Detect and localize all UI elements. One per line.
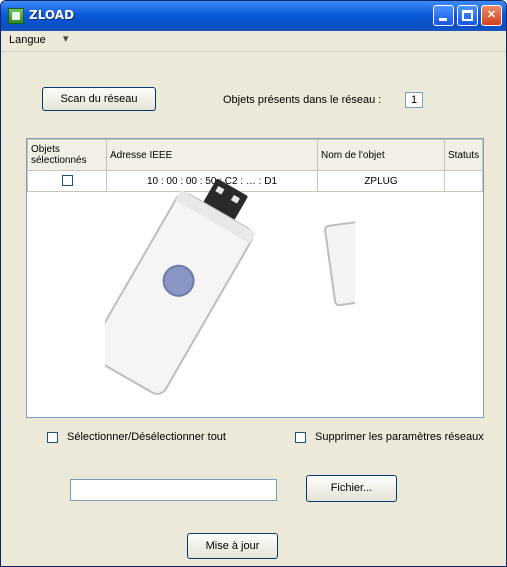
menu-bar: Langue ▾ [1, 31, 506, 52]
row-ieee-address: 10 : 00 : 00 : 50 : C2 : … : D1 [106, 170, 318, 192]
close-button[interactable]: ✕ [481, 5, 502, 26]
minimize-button[interactable] [433, 5, 454, 26]
objects-count-value: 1 [405, 92, 423, 108]
file-browse-button[interactable]: Fichier... [306, 475, 397, 502]
header-status[interactable]: Statuts [444, 139, 483, 171]
file-path-input[interactable] [70, 479, 277, 501]
delete-network-params-label: Supprimer les paramètres réseaux [315, 431, 484, 443]
select-all-label: Sélectionner/Désélectionner tout [67, 431, 226, 443]
table-row[interactable]: 10 : 00 : 00 : 50 : C2 : … : D1 ZPLUG [27, 170, 483, 192]
update-button[interactable]: Mise à jour [187, 533, 278, 559]
row-object-name: ZPLUG [317, 170, 445, 192]
window-title: ZLOAD [29, 8, 75, 22]
title-bar[interactable]: ZLOAD ✕ [1, 1, 506, 31]
objects-table: Objets sélectionnés Adresse IEEE Nom de … [26, 138, 484, 418]
table-header-row: Objets sélectionnés Adresse IEEE Nom de … [27, 139, 483, 171]
row-status [444, 170, 483, 192]
maximize-button[interactable] [457, 5, 478, 26]
delete-network-params-checkbox[interactable] [295, 432, 306, 443]
header-selected[interactable]: Objets sélectionnés [27, 139, 107, 171]
app-window: ZLOAD ✕ Langue ▾ Scan du réseau Objets p… [0, 0, 507, 567]
header-object-name[interactable]: Nom de l'objet [317, 139, 445, 171]
maximize-icon [462, 10, 473, 21]
row-select-cell [27, 170, 107, 192]
scan-network-button[interactable]: Scan du réseau [42, 87, 156, 111]
select-all-checkbox[interactable] [47, 432, 58, 443]
app-icon [8, 8, 24, 24]
row-select-checkbox[interactable] [61, 175, 73, 187]
header-ieee-address[interactable]: Adresse IEEE [106, 139, 318, 171]
menu-langue[interactable]: Langue [9, 34, 46, 46]
minimize-icon [439, 18, 447, 21]
objects-count-label: Objets présents dans le réseau : [223, 94, 382, 106]
menu-langue-arrow-icon: ▾ [63, 33, 69, 45]
close-icon: ✕ [486, 9, 497, 21]
